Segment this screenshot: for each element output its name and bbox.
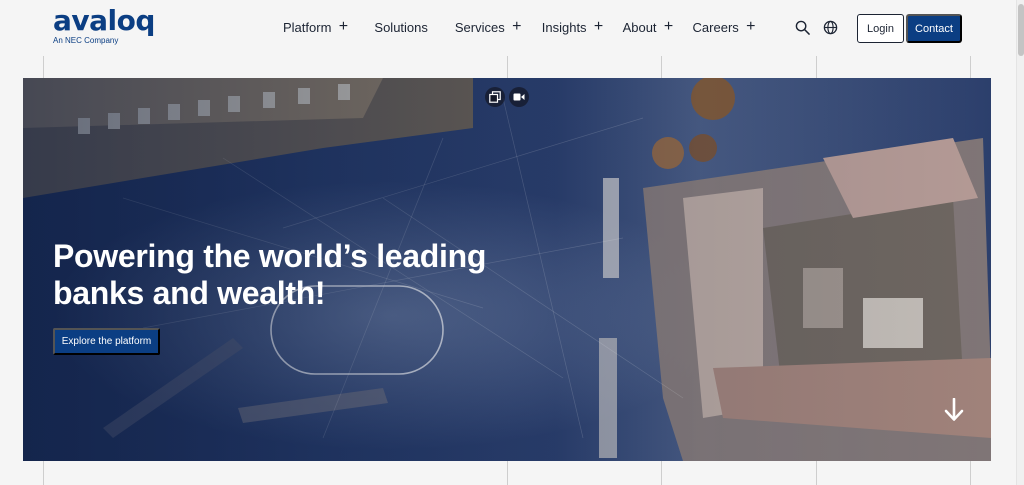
video-icon[interactable] xyxy=(509,87,529,107)
logo-wordmark: avaloq xyxy=(53,4,155,37)
logo-subtitle: An NEC Company xyxy=(53,36,119,45)
hero-banner: Powering the world’s leading banks and w… xyxy=(23,78,991,461)
nav-about[interactable]: About + xyxy=(622,18,677,35)
hero-title-line1: Powering the world’s leading xyxy=(53,238,487,274)
nav-careers[interactable]: Careers + xyxy=(692,18,759,35)
contact-button[interactable]: Contact xyxy=(906,14,962,43)
explore-platform-button[interactable]: Explore the platform xyxy=(53,328,160,355)
nav-insights[interactable]: Insights + xyxy=(541,18,607,35)
gallery-icon[interactable] xyxy=(485,87,505,107)
plus-icon: + xyxy=(593,18,604,35)
site-header: avaloq An NEC Company Platform + Solutio… xyxy=(0,0,1016,56)
globe-icon[interactable] xyxy=(823,20,838,35)
scrollbar-thumb[interactable] xyxy=(1018,4,1024,56)
nav-label: Insights xyxy=(541,19,587,35)
nav-label: Solutions xyxy=(374,19,428,35)
nav-label: Careers xyxy=(692,19,739,35)
plus-icon: + xyxy=(512,18,522,35)
plus-icon: + xyxy=(338,18,349,35)
hero-title: Powering the world’s leading banks and w… xyxy=(53,238,493,312)
nav-platform[interactable]: Platform + xyxy=(283,18,351,35)
nav-label: Platform xyxy=(283,19,332,35)
plus-icon: + xyxy=(663,18,674,35)
nav-solutions[interactable]: Solutions xyxy=(374,20,427,35)
arrow-down-icon[interactable] xyxy=(943,398,965,422)
page-scrollbar[interactable] xyxy=(1016,0,1024,485)
main-nav: Platform + Solutions Services + Insights… xyxy=(283,18,759,36)
search-icon[interactable] xyxy=(795,20,810,35)
login-button[interactable]: Login xyxy=(857,14,904,43)
nav-services[interactable]: Services + xyxy=(454,18,525,35)
hero-title-line2: banks and wealth! xyxy=(53,275,326,311)
plus-icon: + xyxy=(746,18,756,35)
nav-label: Services xyxy=(454,19,505,35)
nav-label: About xyxy=(622,19,657,35)
avaloq-logo[interactable]: avaloq An NEC Company xyxy=(53,4,163,46)
